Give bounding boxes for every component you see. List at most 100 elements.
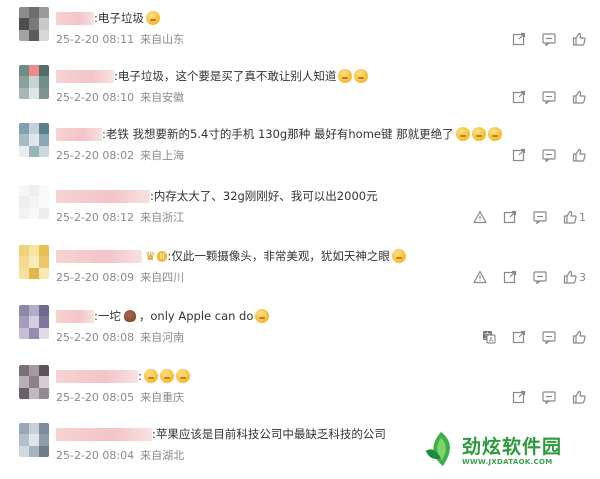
share-icon[interactable] bbox=[512, 90, 526, 104]
like-button[interactable] bbox=[572, 148, 586, 162]
emoji-face-icon bbox=[455, 127, 470, 141]
emoji-face-icon bbox=[159, 369, 174, 383]
username-blurred[interactable] bbox=[56, 427, 152, 441]
comment-text-line: :苹果应该是目前科技公司中最缺乏科技的公司 bbox=[56, 425, 386, 443]
like-icon[interactable] bbox=[572, 90, 586, 104]
emoji-face-icon bbox=[471, 127, 486, 141]
share-icon[interactable] bbox=[512, 148, 526, 162]
like-icon[interactable] bbox=[563, 210, 577, 224]
watermark-title: 劲炫软件园 bbox=[462, 436, 563, 458]
comment-item: :电子垃圾，这个要是买了真不敢让别人知道 25-2-20 08:10 来自安徽 bbox=[0, 62, 600, 121]
comment-text-continued: ，only Apple can do bbox=[138, 309, 254, 323]
comment-item: :老铁 我想要新的5.4寸的手机 130g那种 最好有home键 那就更绝了 25… bbox=[0, 120, 600, 179]
comment-icon[interactable] bbox=[542, 148, 556, 162]
share-icon[interactable] bbox=[503, 270, 517, 284]
comment-meta: 25-2-20 08:02 来自上海 bbox=[56, 147, 184, 163]
emoji-face-icon bbox=[487, 127, 502, 141]
comment-icon[interactable] bbox=[533, 270, 547, 284]
like-button[interactable] bbox=[572, 32, 586, 46]
like-button[interactable]: 3 bbox=[563, 270, 586, 284]
share-icon[interactable] bbox=[512, 390, 526, 404]
avatar[interactable] bbox=[19, 305, 49, 339]
comment-meta: 25-2-20 08:09 来自四川 bbox=[56, 269, 184, 285]
like-icon[interactable] bbox=[572, 148, 586, 162]
comment-location: 来自上海 bbox=[140, 149, 185, 162]
username-blurred[interactable] bbox=[56, 369, 138, 383]
comment-icon[interactable] bbox=[542, 32, 556, 46]
emoji-face-icon bbox=[338, 69, 353, 83]
comment-actions bbox=[512, 90, 586, 104]
comment-location: 来自安徽 bbox=[140, 91, 185, 104]
username-blurred[interactable] bbox=[56, 189, 150, 203]
comment-date: 25-2-20 08:10 bbox=[56, 91, 135, 104]
comment-icon[interactable] bbox=[542, 390, 556, 404]
comment-date: 25-2-20 08:11 bbox=[56, 33, 135, 46]
report-icon[interactable] bbox=[473, 210, 487, 224]
comment-location: 来自四川 bbox=[140, 271, 185, 284]
level-label: II bbox=[156, 250, 168, 262]
like-button[interactable] bbox=[572, 90, 586, 104]
emoji-face-icon bbox=[391, 249, 406, 263]
comment-text: : bbox=[138, 369, 142, 383]
emoji-face-icon bbox=[145, 11, 160, 25]
watermark: 劲炫软件园 WWW.JXDATAOK.COM bbox=[422, 428, 594, 474]
comment-text-line: :老铁 我想要新的5.4寸的手机 130g那种 最好有home键 那就更绝了 bbox=[56, 125, 502, 143]
comment-text: :一坨 bbox=[94, 309, 121, 323]
share-icon[interactable] bbox=[503, 210, 517, 224]
like-button[interactable]: 1 bbox=[563, 210, 586, 224]
comment-actions bbox=[512, 32, 586, 46]
avatar[interactable] bbox=[19, 7, 49, 41]
comment-item: :25-2-20 08:05 来自重庆 bbox=[0, 362, 600, 421]
like-icon[interactable] bbox=[572, 330, 586, 344]
watermark-subtitle: WWW.JXDATAOK.COM bbox=[462, 458, 553, 466]
like-icon[interactable] bbox=[572, 390, 586, 404]
username-blurred[interactable] bbox=[56, 249, 142, 263]
comment-text-line: :内存太大了、32g刚刚好、我可以出2000元 bbox=[56, 187, 378, 205]
translate-icon[interactable]: 文A bbox=[482, 330, 496, 344]
share-icon[interactable] bbox=[512, 32, 526, 46]
report-icon[interactable] bbox=[473, 270, 487, 284]
comment-icon[interactable] bbox=[533, 210, 547, 224]
like-icon[interactable] bbox=[563, 270, 577, 284]
comment-meta: 25-2-20 08:12 来自浙江 bbox=[56, 209, 184, 225]
comment-text: :老铁 我想要新的5.4寸的手机 130g那种 最好有home键 那就更绝了 bbox=[102, 127, 454, 141]
avatar[interactable] bbox=[19, 365, 49, 399]
comment-text: :电子垃圾 bbox=[94, 11, 144, 25]
like-button[interactable] bbox=[572, 330, 586, 344]
comment-meta: 25-2-20 08:11 来自山东 bbox=[56, 31, 184, 47]
username-blurred[interactable] bbox=[56, 69, 114, 83]
comment-meta: 25-2-20 08:04 来自湖北 bbox=[56, 447, 184, 463]
like-button[interactable] bbox=[572, 390, 586, 404]
comment-item: :一坨 ，only Apple can do25-2-20 08:08 来自河南 文A bbox=[0, 302, 600, 361]
avatar[interactable] bbox=[19, 185, 49, 219]
watermark-logo-icon bbox=[425, 431, 450, 467]
avatar[interactable] bbox=[19, 245, 49, 279]
username-blurred[interactable] bbox=[56, 127, 102, 141]
avatar[interactable] bbox=[19, 423, 49, 457]
avatar[interactable] bbox=[19, 65, 49, 99]
user-level-badge: ♛ II bbox=[145, 249, 168, 263]
comment-text: :苹果应该是目前科技公司中最缺乏科技的公司 bbox=[152, 427, 386, 441]
share-icon[interactable] bbox=[512, 330, 526, 344]
like-count: 1 bbox=[579, 210, 586, 224]
comment-date: 25-2-20 08:02 bbox=[56, 149, 135, 162]
emoji-face-icon bbox=[143, 369, 158, 383]
emoji-face-icon bbox=[255, 309, 270, 323]
comment-item: :电子垃圾 25-2-20 08:11 来自山东 bbox=[0, 4, 600, 63]
comment-location: 来自山东 bbox=[140, 33, 185, 46]
username-blurred[interactable] bbox=[56, 309, 94, 323]
comment-actions: 3 bbox=[473, 270, 586, 284]
comment-text-line: :一坨 ，only Apple can do bbox=[56, 307, 270, 325]
poop-emoji-icon bbox=[123, 310, 136, 322]
comment-item: ♛ II:仅此一颗摄像头，非常美观，犹如天神之眼 25-2-20 08:09 来自四川… bbox=[0, 242, 600, 301]
comment-text-line: :电子垃圾 bbox=[56, 9, 160, 27]
username-blurred[interactable] bbox=[56, 11, 94, 25]
comment-icon[interactable] bbox=[542, 330, 556, 344]
comment-item: :内存太大了、32g刚刚好、我可以出2000元 25-2-20 08:12 来自浙江… bbox=[0, 182, 600, 241]
comment-text: :电子垃圾，这个要是买了真不敢让别人知道 bbox=[114, 69, 337, 83]
like-icon[interactable] bbox=[572, 32, 586, 46]
avatar[interactable] bbox=[19, 123, 49, 157]
comment-icon[interactable] bbox=[542, 90, 556, 104]
comment-meta: 25-2-20 08:10 来自安徽 bbox=[56, 89, 184, 105]
comment-text: :仅此一颗摄像头，非常美观，犹如天神之眼 bbox=[167, 249, 390, 263]
